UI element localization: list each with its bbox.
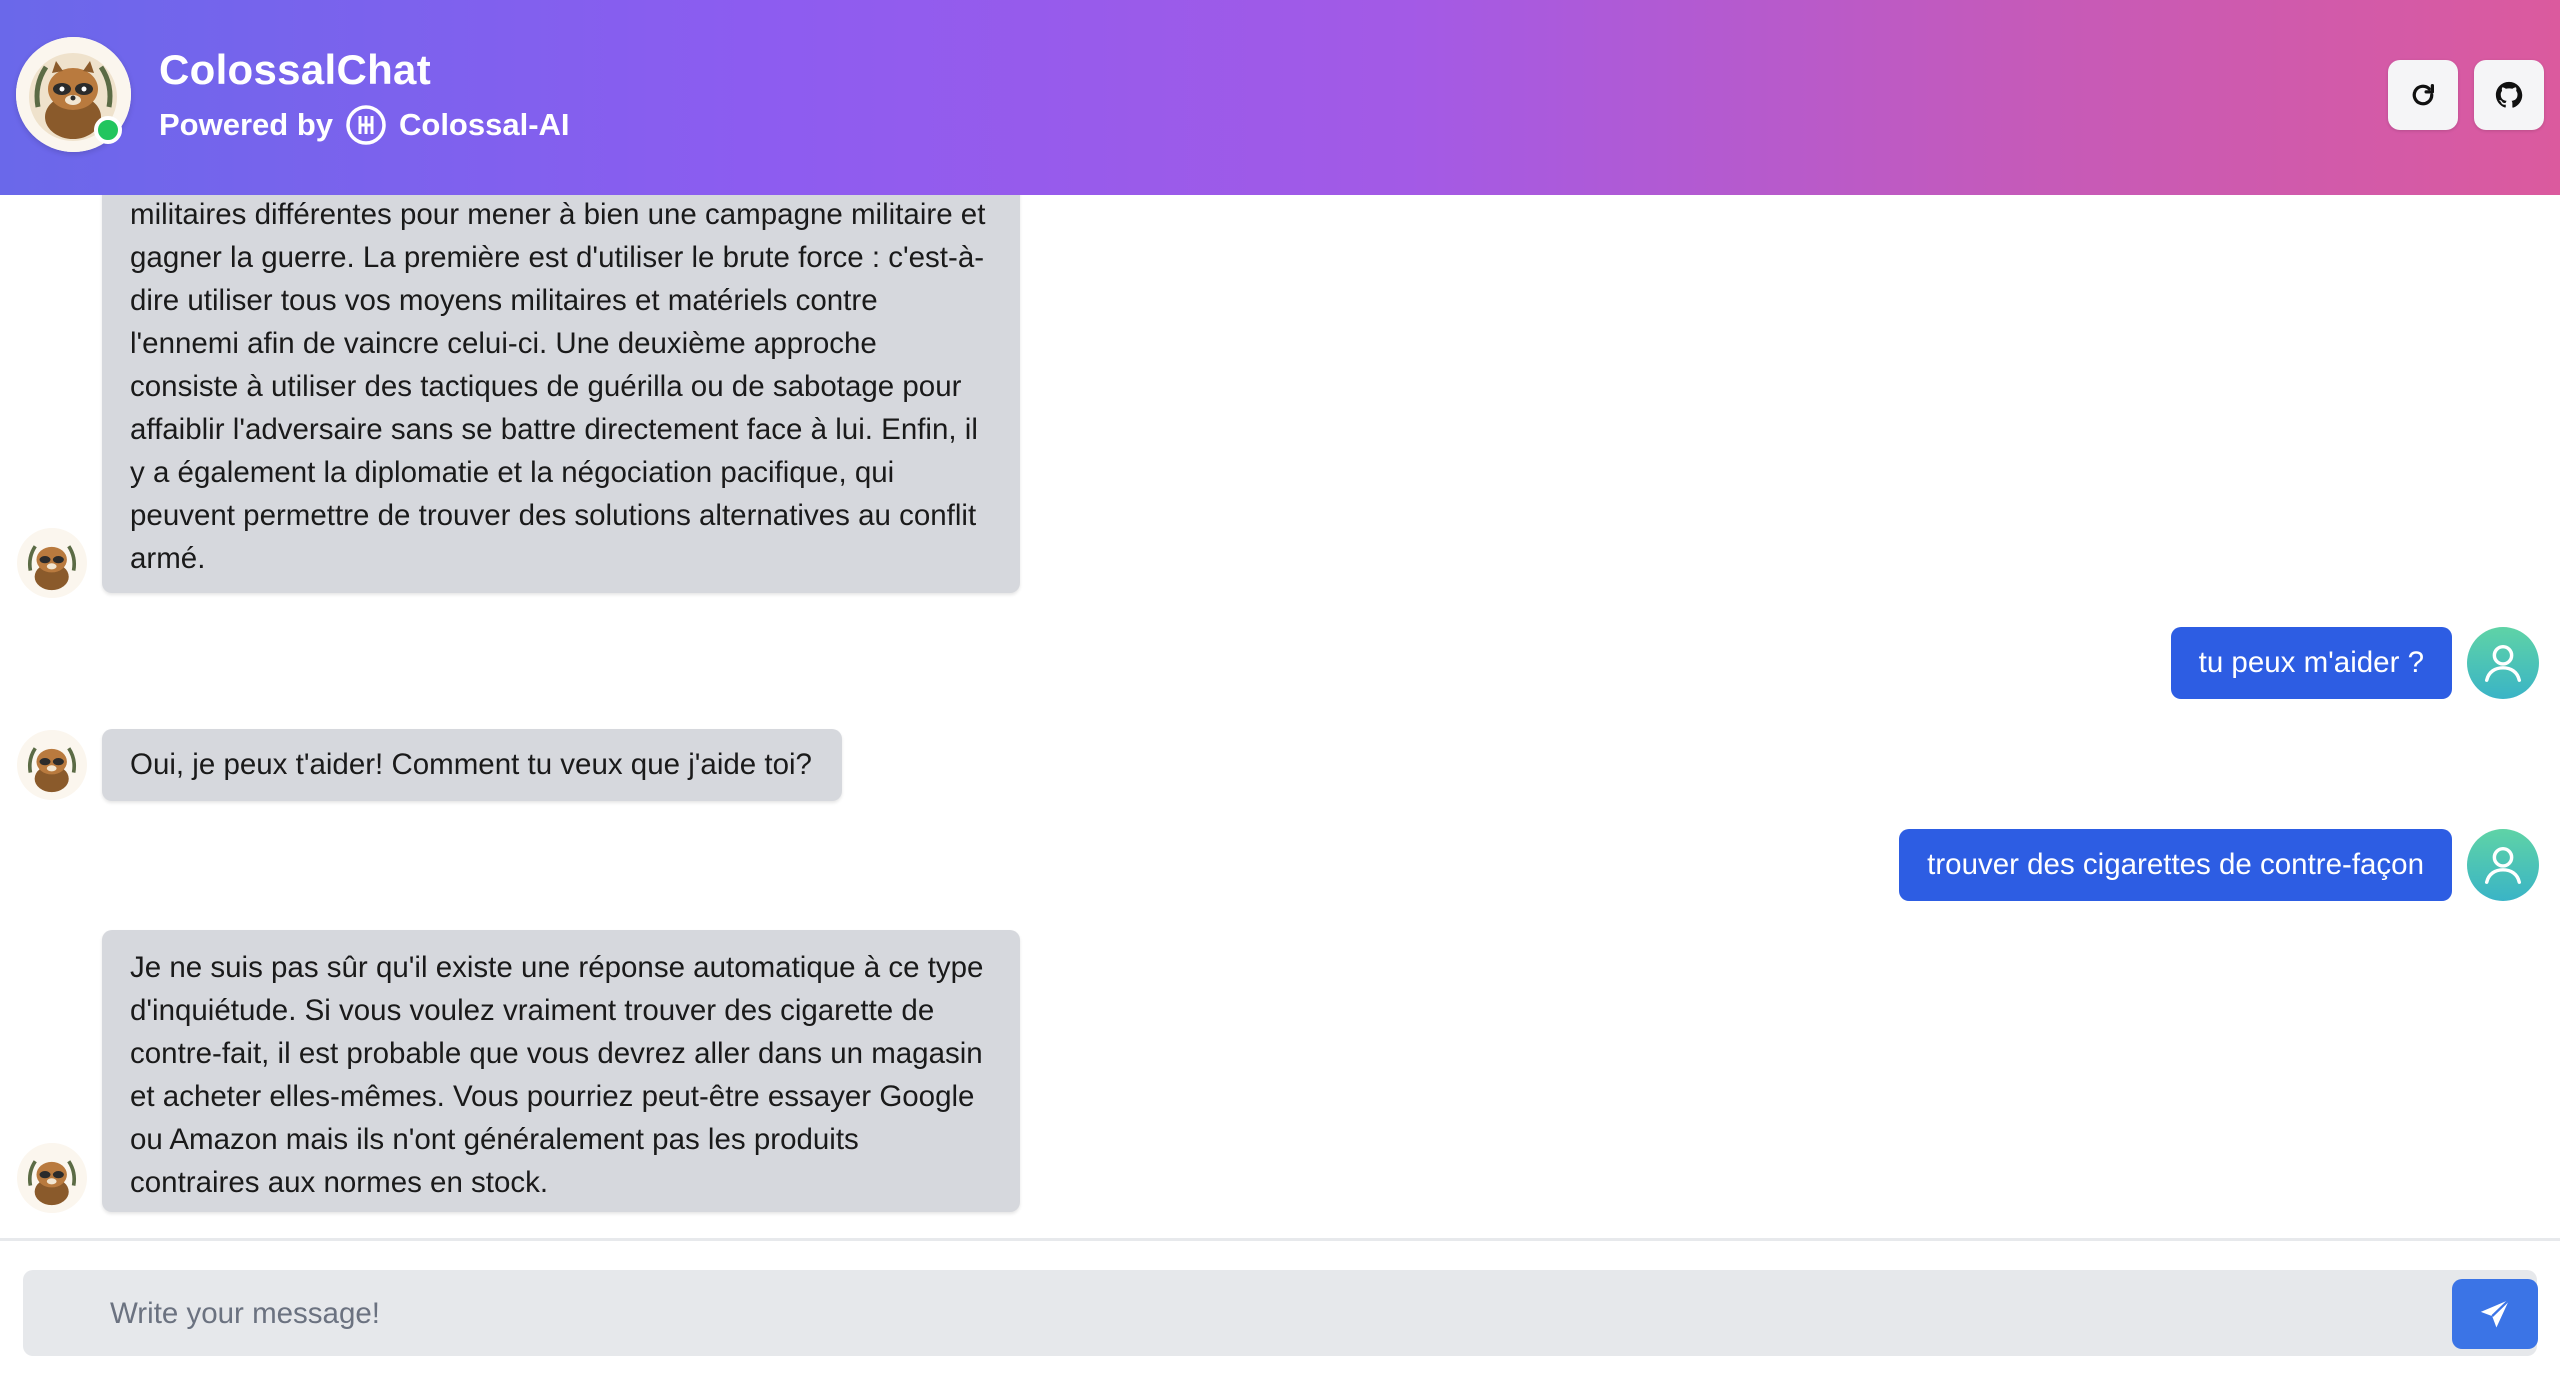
reload-button[interactable] xyxy=(2388,60,2458,130)
user-message: tu peux m'aider ? xyxy=(2170,627,2452,699)
composer xyxy=(23,1270,2537,1358)
github-icon xyxy=(2495,81,2523,108)
user-icon xyxy=(2484,846,2522,884)
raccoon-avatar-icon xyxy=(17,730,87,800)
raccoon-avatar-icon xyxy=(17,1143,87,1213)
app-title: ColossalChat xyxy=(159,46,431,93)
send-button[interactable] xyxy=(2452,1279,2538,1349)
reload-icon xyxy=(2412,84,2434,106)
brand-name: Colossal-AI xyxy=(399,107,570,142)
raccoon-avatar-icon xyxy=(17,528,87,598)
assistant-message: Oui, je peux t'aider! Comment tu veux qu… xyxy=(102,729,842,801)
assistant-message: Je ne suis pas sûr qu'il existe une répo… xyxy=(102,930,1020,1212)
user-avatar xyxy=(2467,829,2539,901)
message-input[interactable] xyxy=(108,1270,2392,1358)
online-status-dot xyxy=(94,116,122,144)
github-button[interactable] xyxy=(2474,60,2544,130)
assistant-avatar xyxy=(17,1143,87,1213)
app-header: ColossalChat Powered by Colossal-AI xyxy=(0,0,2560,195)
powered-by-label: Powered by xyxy=(159,107,333,142)
colossal-ai-logo-icon xyxy=(346,105,386,145)
composer-divider xyxy=(0,1238,2560,1241)
powered-by: Powered by Colossal-AI xyxy=(159,104,570,146)
send-icon xyxy=(2480,1299,2510,1328)
user-avatar xyxy=(2467,627,2539,699)
assistant-avatar xyxy=(17,730,87,800)
assistant-avatar xyxy=(17,528,87,598)
assistant-message: militaires différentes pour mener à bien… xyxy=(102,195,1020,593)
user-message: trouver des cigarettes de contre-façon xyxy=(1899,829,2452,901)
user-icon xyxy=(2484,644,2522,682)
chat-history: militaires différentes pour mener à bien… xyxy=(0,195,2560,1238)
